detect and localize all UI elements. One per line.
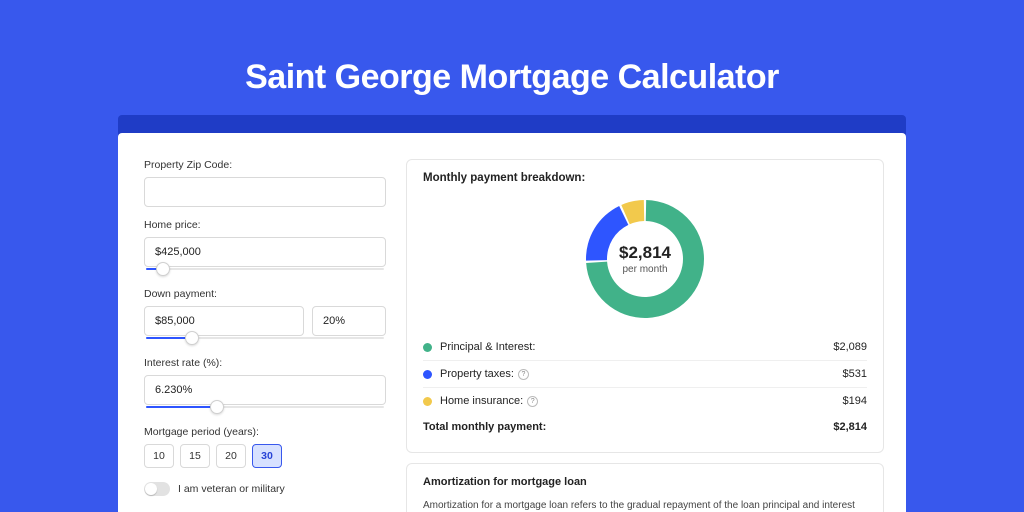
slider-fill — [146, 406, 219, 408]
donut-chart: $2,814 per month — [582, 196, 708, 322]
period-option-10[interactable]: 10 — [144, 444, 174, 468]
donut-area: $2,814 per month — [423, 192, 867, 334]
home-price-slider[interactable] — [144, 266, 386, 276]
legend-label: Principal & Interest: — [440, 341, 833, 353]
veteran-label: I am veteran or military — [178, 483, 285, 495]
calculator-panel: Property Zip Code: Home price: Down paym… — [118, 133, 906, 512]
legend-row: Home insurance:?$194 — [423, 388, 867, 414]
slider-thumb[interactable] — [156, 262, 170, 276]
donut-center: $2,814 per month — [582, 196, 708, 322]
interest-label: Interest rate (%): — [144, 357, 386, 369]
legend-row: Principal & Interest: $2,089 — [423, 334, 867, 361]
amortization-title: Amortization for mortgage loan — [423, 476, 867, 488]
legend-dot — [423, 343, 432, 352]
interest-block: Interest rate (%): — [144, 357, 386, 414]
page-title: Saint George Mortgage Calculator — [0, 0, 1024, 97]
down-payment-label: Down payment: — [144, 288, 386, 300]
interest-slider[interactable] — [144, 404, 386, 414]
legend-label-text: Property taxes: — [440, 368, 514, 380]
total-value: $2,814 — [833, 421, 867, 433]
zip-label: Property Zip Code: — [144, 159, 386, 171]
down-payment-input[interactable] — [144, 306, 304, 336]
home-price-input[interactable] — [144, 237, 386, 267]
breakdown-card: Monthly payment breakdown: $2,814 per mo… — [406, 159, 884, 453]
slider-thumb[interactable] — [185, 331, 199, 345]
legend-dot — [423, 397, 432, 406]
amortization-text: Amortization for a mortgage loan refers … — [423, 498, 867, 512]
period-label: Mortgage period (years): — [144, 426, 386, 438]
results-column: Monthly payment breakdown: $2,814 per mo… — [406, 159, 884, 512]
period-option-30[interactable]: 30 — [252, 444, 282, 468]
legend: Principal & Interest: $2,089 Property taxe… — [423, 334, 867, 414]
legend-value: $2,089 — [833, 341, 867, 353]
form-column: Property Zip Code: Home price: Down paym… — [144, 159, 386, 512]
panel-outer: Property Zip Code: Home price: Down paym… — [118, 115, 906, 512]
period-option-15[interactable]: 15 — [180, 444, 210, 468]
total-label: Total monthly payment: — [423, 421, 833, 433]
legend-value: $194 — [843, 395, 867, 407]
legend-label-text: Home insurance: — [440, 395, 523, 407]
legend-value: $531 — [843, 368, 867, 380]
zip-input[interactable] — [144, 177, 386, 207]
breakdown-title: Monthly payment breakdown: — [423, 172, 867, 184]
amortization-card: Amortization for mortgage loan Amortizat… — [406, 463, 884, 512]
legend-row: Property taxes:?$531 — [423, 361, 867, 388]
home-price-label: Home price: — [144, 219, 386, 231]
down-payment-block: Down payment: — [144, 288, 386, 345]
toggle-knob — [145, 483, 157, 495]
home-price-block: Home price: — [144, 219, 386, 276]
period-option-20[interactable]: 20 — [216, 444, 246, 468]
veteran-row: I am veteran or military — [144, 482, 386, 496]
info-icon[interactable]: ? — [518, 369, 529, 380]
slider-track — [146, 268, 384, 270]
interest-input[interactable] — [144, 375, 386, 405]
veteran-toggle[interactable] — [144, 482, 170, 496]
down-payment-pct-input[interactable] — [312, 306, 386, 336]
period-options: 10152030 — [144, 444, 386, 468]
period-block: Mortgage period (years): 10152030 — [144, 426, 386, 468]
legend-total-row: Total monthly payment: $2,814 — [423, 414, 867, 440]
slider-thumb[interactable] — [210, 400, 224, 414]
info-icon[interactable]: ? — [527, 396, 538, 407]
zip-block: Property Zip Code: — [144, 159, 386, 207]
down-payment-slider[interactable] — [144, 335, 386, 345]
legend-label-text: Principal & Interest: — [440, 341, 535, 353]
donut-sub: per month — [622, 264, 667, 275]
donut-amount: $2,814 — [619, 243, 671, 263]
legend-dot — [423, 370, 432, 379]
legend-label: Property taxes:? — [440, 368, 843, 380]
legend-label: Home insurance:? — [440, 395, 843, 407]
